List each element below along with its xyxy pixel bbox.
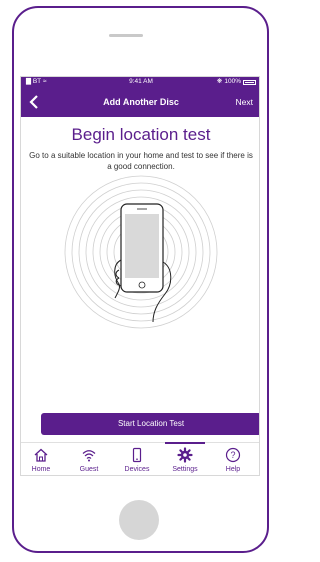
- tab-guest-label: Guest: [79, 466, 99, 473]
- help-icon: ?: [225, 447, 241, 463]
- nav-title: Add Another Disc: [103, 97, 179, 107]
- page-description: Go to a suitable location in your home a…: [29, 151, 253, 171]
- tab-bar: Home Guest Devices Settings ? Help: [21, 442, 259, 475]
- nav-bar: Add Another Disc Next: [21, 87, 259, 117]
- phone-home-button[interactable]: [119, 500, 159, 540]
- tab-devices-label: Devices: [124, 466, 150, 473]
- tab-settings[interactable]: Settings: [165, 442, 205, 475]
- status-bar: ▇ BT ≈ 9:41 AM ❋ 100%: [21, 77, 259, 87]
- start-location-test-button[interactable]: Start Location Test: [41, 413, 259, 435]
- tab-settings-label: Settings: [172, 466, 198, 473]
- phone-icon: [132, 447, 142, 463]
- tab-devices[interactable]: Devices: [117, 443, 157, 475]
- home-icon: [34, 448, 48, 462]
- svg-text:?: ?: [230, 450, 235, 460]
- battery-icon: [243, 79, 256, 85]
- battery-label: 100%: [224, 78, 241, 85]
- page-title: Begin location test: [71, 125, 211, 144]
- active-tab-indicator: [165, 442, 205, 444]
- battery-status: ❋ 100%: [217, 77, 256, 87]
- gear-icon: [177, 447, 193, 463]
- tab-home-label: Home: [31, 466, 51, 473]
- app-screen: ▇ BT ≈ 9:41 AM ❋ 100% Add Another Disc N…: [20, 76, 260, 476]
- phone-speaker: [109, 34, 143, 37]
- bluetooth-icon: ❋: [216, 78, 223, 85]
- phone-signal-illustration: [64, 175, 218, 329]
- next-button[interactable]: Next: [236, 87, 253, 117]
- wifi-icon: [82, 450, 96, 462]
- tab-home[interactable]: Home: [21, 443, 61, 475]
- tab-help[interactable]: ? Help: [213, 443, 253, 475]
- tab-guest[interactable]: Guest: [69, 443, 109, 475]
- tab-help-label: Help: [225, 466, 241, 473]
